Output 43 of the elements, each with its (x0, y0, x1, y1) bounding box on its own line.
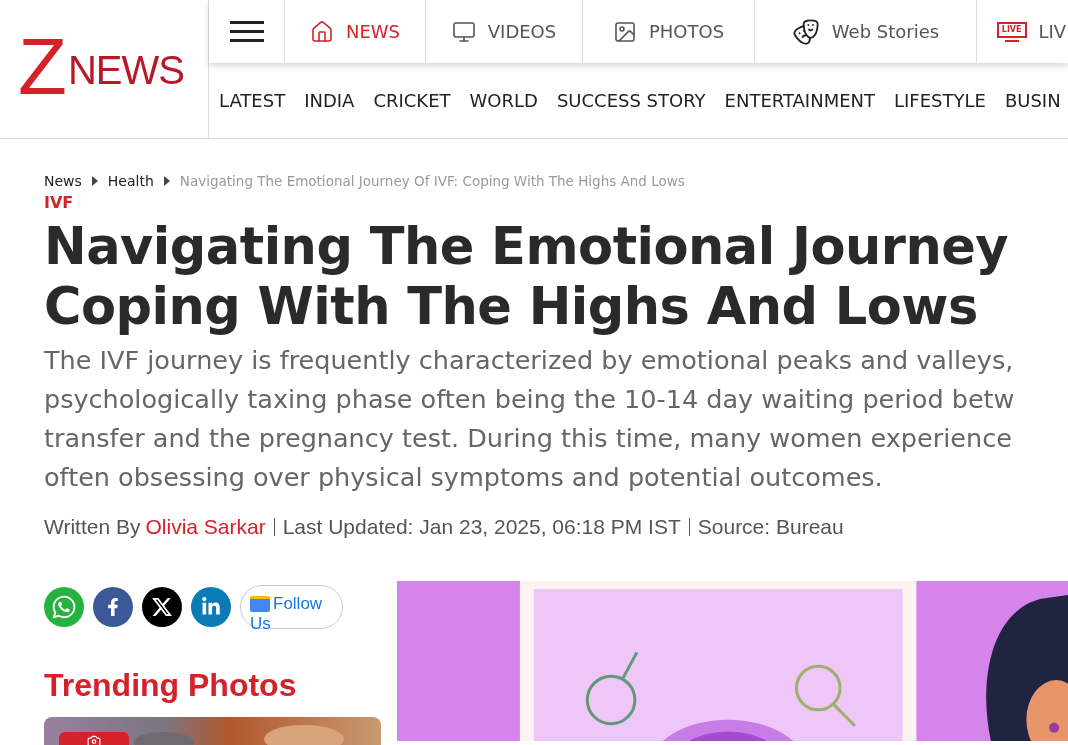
google-news-icon (250, 596, 270, 612)
nav-tab[interactable]: VIDEOS (426, 0, 583, 63)
category-link[interactable]: SUCCESS STORY (556, 87, 706, 114)
section-heading: Trending Photos (44, 665, 297, 705)
source-text: Source: Bureau (697, 514, 844, 540)
summary-text: transfer and the pregnancy test. During this time, many women experience (44, 422, 1012, 455)
category-link[interactable]: LIFESTYLE (894, 87, 986, 114)
linkedin-share-button[interactable] (191, 586, 231, 627)
headline: Coping With The Highs And Lows (44, 277, 978, 337)
facebook-share-button[interactable] (93, 586, 133, 627)
breadcrumb-link[interactable]: Health (107, 170, 154, 192)
category-link[interactable]: BUSIN (1004, 87, 1061, 114)
category-link[interactable]: CRICKET (373, 87, 451, 114)
whatsapp-share-button[interactable] (44, 586, 84, 627)
updated-date: Last Updated: Jan 23, 2025, 06:18 PM IST (282, 514, 681, 540)
byline-label: Written By (44, 514, 141, 540)
nav-tab[interactable]: NEWS (285, 0, 426, 63)
category-link[interactable]: WORLD (469, 87, 538, 114)
nav-tab[interactable]: Web Stories (755, 0, 977, 63)
x-icon (151, 595, 173, 618)
category-link[interactable]: INDIA (304, 87, 355, 114)
linkedin-icon (201, 596, 221, 617)
headline: Navigating The Emotional Journey (44, 217, 1009, 277)
breadcrumb-link[interactable]: News (44, 170, 82, 192)
summary-text: often obsessing over physical symptoms and potential outcomes. (44, 461, 883, 494)
x-share-button[interactable] (142, 586, 182, 627)
section-tag[interactable]: IVF (44, 191, 1068, 215)
caret-icon (163, 176, 170, 186)
nav-tab[interactable]: LIVE LIV (977, 0, 1068, 63)
logo[interactable]: ZNEWS (0, 0, 209, 138)
summary-text: psychologically taxing phase often being the 10-14 day waiting period betw (44, 383, 1015, 416)
category-link[interactable]: ENTERTAINMENT (724, 87, 875, 114)
category-link[interactable]: LATEST (219, 87, 286, 114)
image-icon (612, 19, 637, 44)
theater-masks-icon (791, 17, 820, 46)
whatsapp-icon (51, 593, 77, 620)
nav-tab[interactable]: PHOTOS (583, 0, 755, 63)
camera-icon (87, 733, 101, 745)
home-icon (309, 19, 334, 44)
summary-text: The IVF journey is frequently characterized by emotional peaks and valleys, (44, 344, 1014, 377)
caret-icon (91, 176, 98, 186)
author-link[interactable]: Olivia Sarkar (145, 511, 266, 543)
monitor-icon (451, 19, 476, 44)
